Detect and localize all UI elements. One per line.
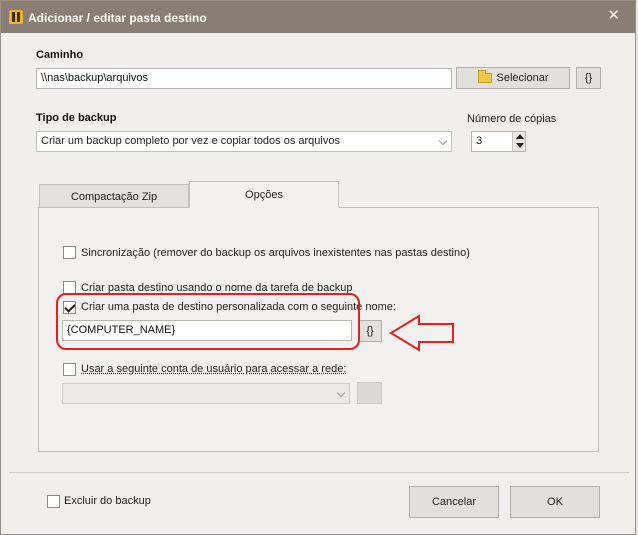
user-account-button[interactable] (357, 382, 382, 404)
copies-value: 3 (476, 135, 483, 147)
user-account-checkbox[interactable] (63, 363, 76, 376)
folder-icon (477, 70, 492, 83)
path-macro-button[interactable]: {} (576, 67, 601, 89)
backup-type-select[interactable]: Criar um backup completo por vez e copia… (36, 131, 452, 152)
sync-label[interactable]: Sincronização (remover do backup os arqu… (81, 247, 470, 259)
path-label: Caminho (36, 49, 84, 61)
arrow-down-icon[interactable] (516, 143, 524, 148)
window-title: Adicionar / editar pasta destino (28, 11, 207, 25)
backup-type-value: Criar um backup completo por vez e copia… (41, 135, 340, 147)
custom-folder-macro-button[interactable]: {} (358, 320, 382, 342)
path-input[interactable]: \\nas\backup\arquivos (36, 68, 452, 89)
tab-options[interactable]: Opções (189, 181, 339, 208)
cancel-button[interactable]: Cancelar (409, 486, 499, 518)
titlebar[interactable]: Adicionar / editar pasta destino ✕ (1, 1, 635, 33)
sync-checkbox[interactable] (63, 246, 76, 259)
ok-button-label: OK (547, 496, 563, 508)
user-account-label[interactable]: Usar a seguinte conta de usuário para ac… (81, 363, 346, 375)
app-icon (9, 10, 23, 24)
tab-zip[interactable]: Compactação Zip (39, 184, 189, 208)
close-icon[interactable]: ✕ (607, 8, 620, 24)
select-folder-label: Selecionar (496, 72, 549, 84)
exclude-label[interactable]: Excluir do backup (64, 495, 151, 507)
exclude-checkbox[interactable] (47, 495, 60, 508)
arrow-up-icon[interactable] (516, 134, 524, 139)
ok-button[interactable]: OK (510, 486, 600, 518)
copies-stepper-buttons[interactable] (512, 132, 525, 151)
annotation-highlight (56, 293, 360, 350)
chevron-down-icon (438, 136, 448, 146)
annotation-arrow-icon (389, 314, 454, 352)
dialog-window: Adicionar / editar pasta destino ✕ Camin… (0, 0, 636, 535)
select-folder-button[interactable]: Selecionar (456, 67, 570, 89)
chevron-down-icon (336, 388, 346, 398)
user-account-select[interactable] (62, 383, 350, 404)
custom-folder-macro-label: {} (366, 325, 374, 337)
copies-stepper[interactable]: 3 (471, 131, 526, 152)
footer-divider (9, 472, 629, 473)
path-macro-label: {} (584, 72, 593, 84)
backup-type-label: Tipo de backup (36, 112, 117, 124)
copies-label: Número de cópias (467, 113, 557, 125)
cancel-button-label: Cancelar (431, 496, 477, 508)
